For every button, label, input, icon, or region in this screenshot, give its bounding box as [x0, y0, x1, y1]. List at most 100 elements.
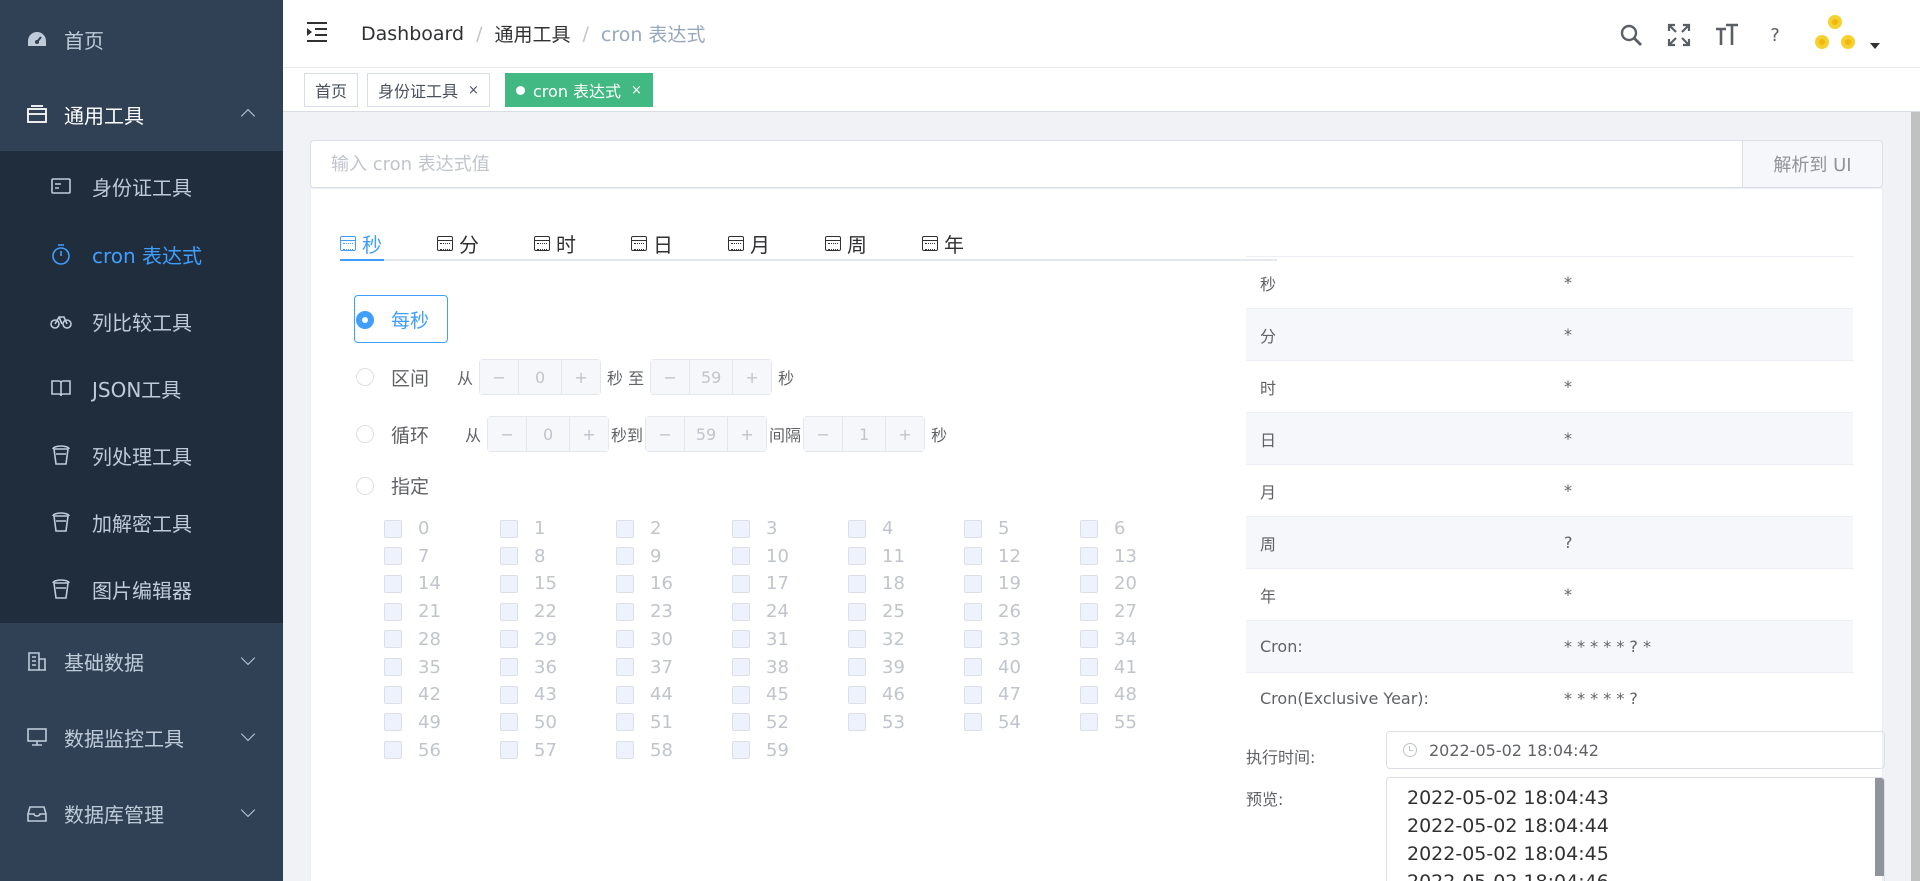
checkbox-box[interactable]	[732, 602, 750, 621]
checkbox-box[interactable]	[616, 658, 634, 676]
second-checkbox[interactable]: 45	[732, 684, 789, 705]
menu-item-db[interactable]: 数据库管理	[0, 788, 283, 838]
checkbox-box[interactable]	[732, 713, 750, 732]
checkbox-box[interactable]	[384, 574, 402, 593]
minus-icon[interactable]: −	[804, 417, 843, 451]
avatar[interactable]	[1810, 10, 1860, 60]
sidebar-item-id-tool[interactable]: 身份证工具	[0, 161, 283, 211]
checkbox-box[interactable]	[732, 658, 750, 676]
checkbox-box[interactable]	[964, 630, 982, 649]
second-checkbox[interactable]: 30	[616, 629, 673, 650]
second-checkbox[interactable]: 21	[384, 601, 441, 622]
checkbox-box[interactable]	[384, 658, 402, 676]
close-icon[interactable]: ×	[468, 83, 479, 98]
hamburger-icon[interactable]	[307, 22, 331, 42]
exec-time-picker[interactable]: 2022-05-02 18:04:42	[1386, 731, 1885, 769]
tab-minute[interactable]: 分	[437, 227, 479, 259]
stepper-value[interactable]: 59	[689, 360, 734, 394]
checkbox-box[interactable]	[616, 547, 634, 566]
checkbox-box[interactable]	[964, 519, 982, 538]
checkbox-box[interactable]	[616, 741, 634, 760]
checkbox-box[interactable]	[500, 685, 518, 704]
second-checkbox[interactable]: 22	[500, 601, 557, 622]
second-checkbox[interactable]: 12	[964, 546, 1021, 567]
stepper-value[interactable]: 1	[842, 417, 887, 451]
checkbox-box[interactable]	[1080, 713, 1098, 732]
second-checkbox[interactable]: 3	[732, 518, 777, 539]
sidebar-item-compare[interactable]: 列比较工具	[0, 296, 283, 346]
second-checkbox[interactable]: 1	[500, 518, 545, 539]
checkbox-box[interactable]	[500, 547, 518, 566]
second-checkbox[interactable]: 56	[384, 740, 441, 761]
tab-week[interactable]: 周	[825, 227, 867, 259]
checkbox-box[interactable]	[732, 574, 750, 593]
checkbox-box[interactable]	[848, 602, 866, 621]
preview-scrollbar[interactable]	[1875, 778, 1884, 876]
tab-second[interactable]: 秒	[340, 227, 382, 259]
checkbox-box[interactable]	[384, 685, 402, 704]
checkbox-box[interactable]	[964, 685, 982, 704]
radio-circle[interactable]	[356, 425, 374, 443]
sidebar-item-crypto[interactable]: 加解密工具	[0, 497, 283, 547]
fullscreen-icon[interactable]	[1666, 22, 1692, 48]
second-checkbox[interactable]: 48	[1080, 684, 1137, 705]
menu-item-home[interactable]: 首页	[0, 14, 283, 64]
second-checkbox[interactable]: 37	[616, 657, 673, 678]
second-checkbox[interactable]: 10	[732, 546, 789, 567]
checkbox-box[interactable]	[500, 574, 518, 593]
radio-circle[interactable]	[356, 476, 374, 495]
second-checkbox[interactable]: 11	[848, 546, 905, 567]
menu-item-basic-data[interactable]: 基础数据	[0, 636, 283, 686]
second-checkbox[interactable]: 2	[616, 518, 661, 539]
checkbox-box[interactable]	[732, 685, 750, 704]
checkbox-box[interactable]	[500, 658, 518, 676]
search-icon[interactable]	[1618, 22, 1644, 48]
radio-specify[interactable]: 指定	[356, 472, 429, 499]
checkbox-box[interactable]	[500, 602, 518, 621]
checkbox-box[interactable]	[616, 602, 634, 621]
checkbox-box[interactable]	[1080, 630, 1098, 649]
second-checkbox[interactable]: 57	[500, 740, 557, 761]
close-icon[interactable]: ×	[631, 83, 642, 98]
second-checkbox[interactable]: 27	[1080, 601, 1137, 622]
checkbox-box[interactable]	[848, 658, 866, 676]
sidebar-item-column-process[interactable]: 列处理工具	[0, 430, 283, 480]
checkbox-box[interactable]	[1080, 685, 1098, 704]
second-checkbox[interactable]: 5	[964, 518, 1009, 539]
sidebar-item-json[interactable]: JSON工具	[0, 363, 283, 413]
checkbox-box[interactable]	[964, 713, 982, 732]
second-checkbox[interactable]: 23	[616, 601, 673, 622]
minus-icon[interactable]: −	[488, 417, 527, 451]
second-checkbox[interactable]: 59	[732, 740, 789, 761]
cycle-interval-stepper[interactable]: − 1 +	[803, 416, 926, 452]
radio-range[interactable]: 区间 从 − 0 + 秒 至 − 59 + 秒	[356, 359, 800, 395]
second-checkbox[interactable]: 47	[964, 684, 1021, 705]
second-checkbox[interactable]: 0	[384, 518, 429, 539]
checkbox-box[interactable]	[500, 741, 518, 760]
checkbox-box[interactable]	[1080, 519, 1098, 538]
second-checkbox[interactable]: 24	[732, 601, 789, 622]
checkbox-box[interactable]	[616, 713, 634, 732]
second-checkbox[interactable]: 31	[732, 629, 789, 650]
tag-cron[interactable]: cron 表达式 ×	[505, 73, 653, 107]
preview-list[interactable]: 2022-05-02 18:04:43 2022-05-02 18:04:44 …	[1386, 777, 1885, 881]
checkbox-box[interactable]	[848, 574, 866, 593]
checkbox-box[interactable]	[500, 630, 518, 649]
plus-icon[interactable]: +	[733, 360, 772, 394]
checkbox-box[interactable]	[964, 658, 982, 676]
tag-home[interactable]: 首页	[304, 73, 359, 107]
checkbox-box[interactable]	[500, 713, 518, 732]
second-checkbox[interactable]: 8	[500, 546, 545, 567]
checkbox-box[interactable]	[500, 519, 518, 538]
second-checkbox[interactable]: 55	[1080, 712, 1137, 733]
cron-input[interactable]	[310, 140, 1743, 188]
checkbox-box[interactable]	[848, 685, 866, 704]
checkbox-box[interactable]	[384, 602, 402, 621]
stepper-value[interactable]: 0	[518, 360, 563, 394]
radio-circle[interactable]	[356, 368, 374, 386]
second-checkbox[interactable]: 29	[500, 629, 557, 650]
minus-icon[interactable]: −	[480, 360, 519, 394]
second-checkbox[interactable]: 40	[964, 657, 1021, 678]
checkbox-box[interactable]	[616, 519, 634, 538]
checkbox-box[interactable]	[616, 630, 634, 649]
